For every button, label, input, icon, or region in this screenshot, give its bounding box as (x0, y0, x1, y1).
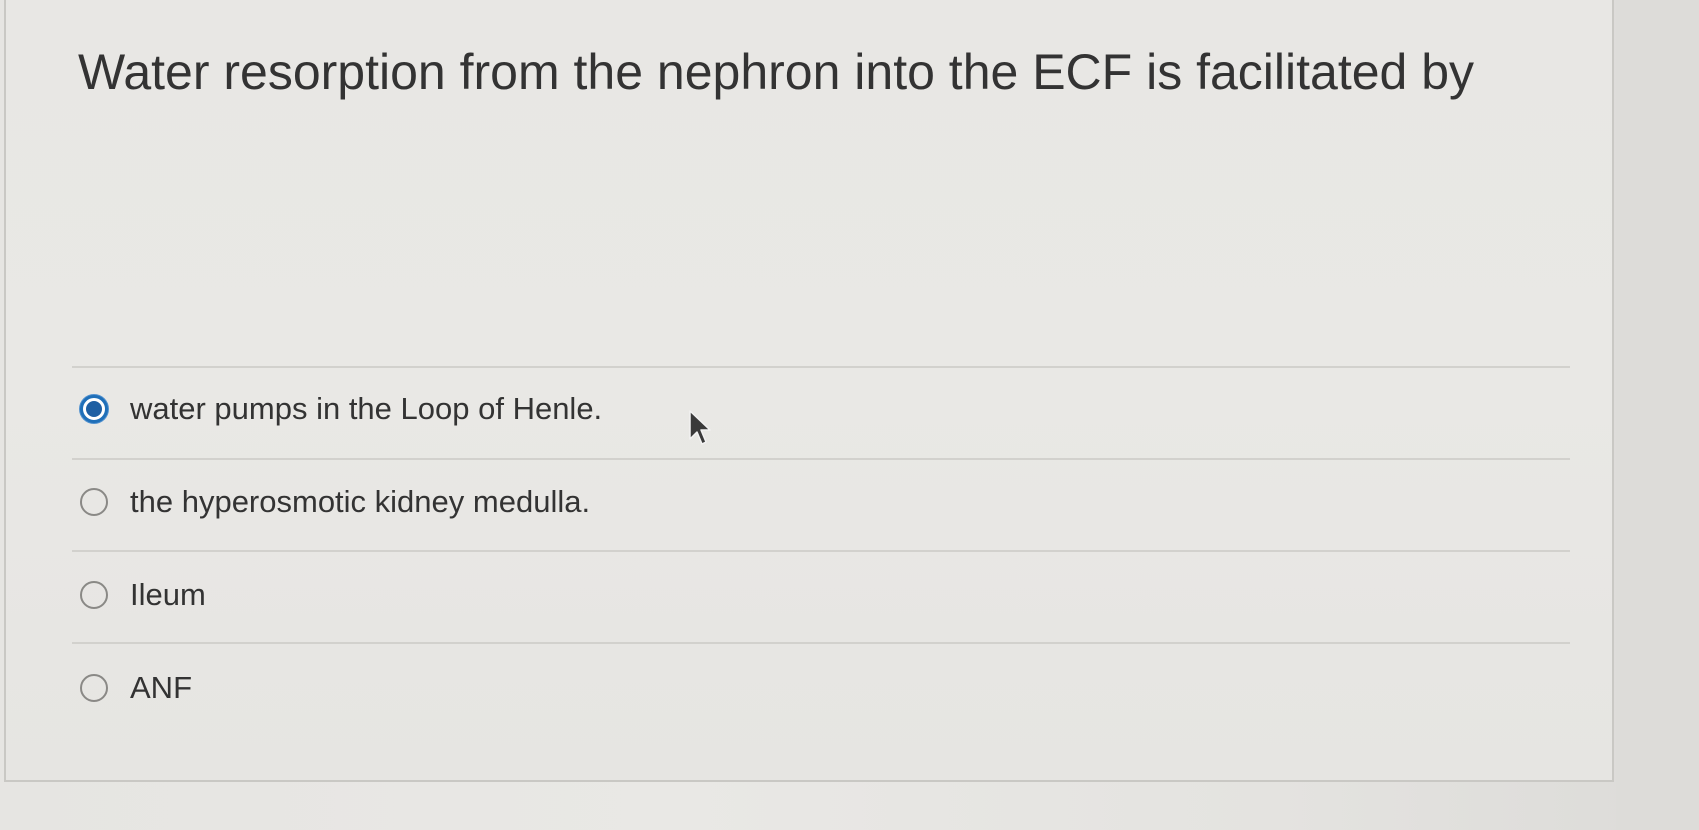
option-label: ANF (130, 670, 192, 705)
radio-unselected-icon[interactable] (80, 488, 108, 516)
divider (72, 642, 1570, 644)
option-ileum[interactable]: Ileum (78, 565, 1558, 625)
option-label: the hyperosmotic kidney medulla. (130, 484, 591, 519)
option-label: water pumps in the Loop of Henle. (130, 391, 603, 426)
question-card: Water resorption from the nephron into t… (4, 0, 1614, 782)
option-water-pumps[interactable]: water pumps in the Loop of Henle. (78, 379, 1558, 439)
divider (72, 366, 1570, 368)
question-text: Water resorption from the nephron into t… (78, 44, 1475, 100)
divider (72, 550, 1570, 552)
option-hyperosmotic-medulla[interactable]: the hyperosmotic kidney medulla. (78, 472, 1558, 532)
radio-unselected-icon[interactable] (80, 674, 108, 702)
right-margin (1616, 0, 1699, 830)
radio-unselected-icon[interactable] (80, 581, 108, 609)
page-background: Water resorption from the nephron into t… (0, 0, 1699, 830)
option-anf[interactable]: ANF (78, 658, 1558, 718)
option-label: Ileum (130, 577, 206, 612)
mouse-pointer-icon (689, 410, 711, 445)
radio-selected-icon[interactable] (80, 395, 108, 423)
divider (72, 458, 1570, 460)
